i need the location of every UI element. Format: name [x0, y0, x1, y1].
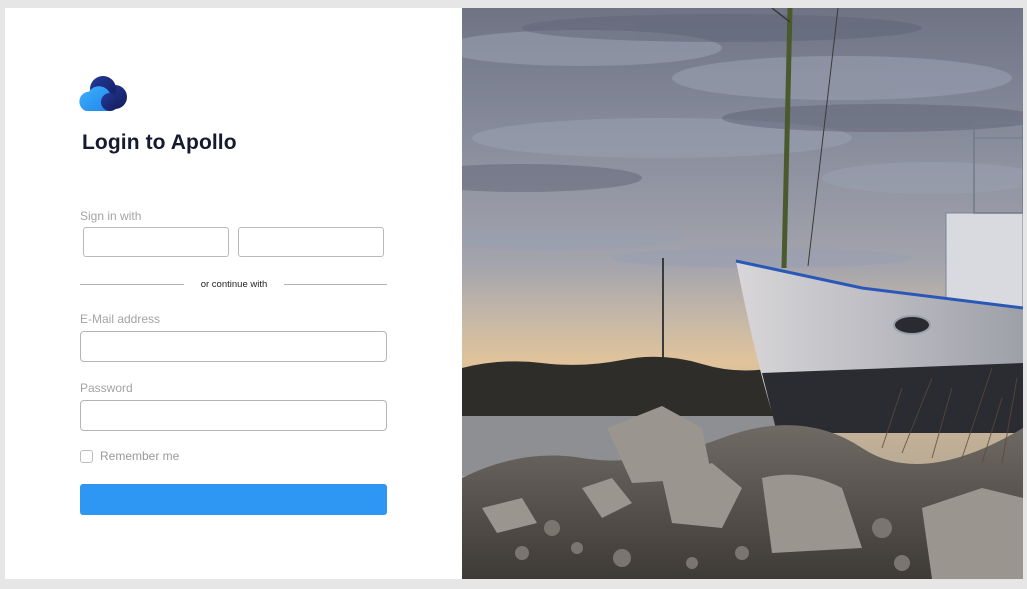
login-panel: Login to Apollo Sign in with or continue… [5, 8, 462, 579]
email-label: E-Mail address [80, 312, 161, 326]
divider-right [284, 284, 387, 285]
page-title: Login to Apollo [82, 131, 237, 154]
divider-text: or continue with [200, 279, 268, 290]
login-submit-button[interactable] [80, 484, 387, 515]
email-field[interactable] [80, 331, 387, 362]
provider-button-1[interactable] [83, 227, 229, 257]
remember-me-label: Remember me [100, 449, 180, 463]
password-field[interactable] [80, 400, 387, 431]
provider-button-2[interactable] [238, 227, 384, 257]
hero-image [462, 8, 1023, 579]
cloud-logo-icon [79, 76, 127, 111]
password-label: Password [80, 381, 133, 395]
divider-left [80, 284, 184, 285]
sign-in-with-label: Sign in with [80, 209, 142, 223]
login-window: Login to Apollo Sign in with or continue… [5, 8, 1023, 579]
remember-me-checkbox[interactable] [80, 450, 93, 463]
